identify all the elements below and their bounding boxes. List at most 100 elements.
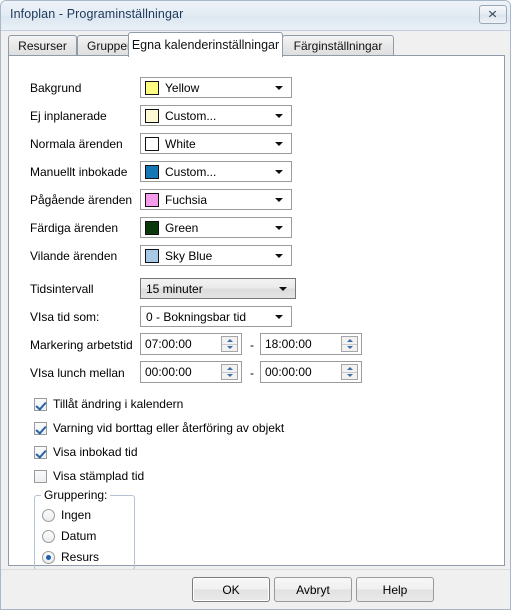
chevron-down-icon (279, 287, 287, 291)
checkbox-label: Visa stämplad tid (53, 469, 145, 483)
checkbox-icon (34, 469, 47, 483)
arrow-up-icon (347, 367, 353, 370)
window-title: Infoplan - Programinställningar (10, 7, 184, 21)
close-button[interactable]: ✕ (479, 5, 507, 24)
color-swatch-manuellt-inbokade (145, 165, 159, 179)
chevron-down-icon (275, 86, 283, 90)
color-value-manuellt-inbokade: Custom... (165, 165, 217, 179)
cancel-button[interactable]: Avbryt (274, 577, 352, 602)
radio-label: Ingen (61, 508, 92, 522)
label-manuellt-inbokade: Manuellt inbokade (30, 165, 128, 179)
radio-ingen[interactable]: Ingen (42, 508, 91, 522)
lunch-from-field[interactable]: 00:00:00 (140, 361, 242, 383)
color-combo-ej-inplanerade[interactable]: Custom... (140, 105, 292, 126)
arrow-down-icon (347, 346, 353, 349)
worktime-to-field[interactable]: 18:00:00 (260, 333, 362, 355)
close-icon: ✕ (487, 8, 499, 21)
radio-label: Resurs (61, 550, 100, 564)
worktime-from-field[interactable]: 07:00:00 (140, 333, 242, 355)
checkbox-icon (34, 445, 47, 459)
lunch-to-field[interactable]: 00:00:00 (260, 361, 362, 383)
color-swatch-bakgrund (145, 81, 159, 95)
worktime-separator: - (250, 338, 254, 352)
color-value-bakgrund: Yellow (165, 81, 200, 95)
color-swatch-fardiga-arenden (145, 221, 159, 235)
arrow-down-icon (227, 346, 233, 349)
ok-button[interactable]: OK (192, 577, 270, 602)
radio-label: Datum (61, 529, 97, 543)
radio-icon (42, 508, 55, 522)
help-button[interactable]: Help (356, 577, 434, 602)
arrow-up-icon (227, 339, 233, 342)
grouping-groupbox: Gruppering: Ingen Datum Resurs (34, 488, 135, 570)
lunch-from-stepper[interactable] (221, 364, 238, 380)
checkbox-icon (34, 397, 47, 411)
label-visa-lunch-mellan: VIsa lunch mellan (30, 366, 125, 380)
label-normala-arenden: Normala ärenden (30, 137, 123, 151)
checkbox-label: Tillåt ändring i kalendern (53, 397, 184, 411)
color-value-fardiga-arenden: Green (165, 221, 199, 235)
chevron-down-icon (275, 198, 283, 202)
lunch-separator: - (250, 366, 254, 380)
color-combo-pagaende-arenden[interactable]: Fuchsia (140, 189, 292, 210)
arrow-up-icon (347, 339, 353, 342)
chevron-down-icon (275, 254, 283, 258)
color-swatch-normala-arenden (145, 137, 159, 151)
interval-value: 15 minuter (146, 282, 203, 296)
dialog-footer: OK Avbryt Help (1, 569, 510, 609)
chevron-down-icon (275, 315, 283, 319)
checkbox-varning-vid-borttag[interactable]: Varning vid borttag eller återföring av … (34, 421, 284, 435)
checkbox-visa-stamplad-tid[interactable]: Visa stämplad tid (34, 469, 144, 483)
label-tidsintervall: Tidsintervall (30, 282, 94, 296)
color-swatch-pagaende-arenden (145, 193, 159, 207)
checkbox-label: Visa inbokad tid (53, 445, 138, 459)
arrow-down-icon (347, 374, 353, 377)
color-swatch-ej-inplanerade (145, 109, 159, 123)
color-combo-bakgrund[interactable]: Yellow (140, 77, 292, 98)
settings-dialog-window: Infoplan - Programinställningar ✕ Resurs… (0, 0, 511, 610)
grouping-title: Gruppering: (41, 488, 111, 502)
chevron-down-icon (275, 142, 283, 146)
color-combo-manuellt-inbokade[interactable]: Custom... (140, 161, 292, 182)
worktime-from-stepper[interactable] (221, 336, 238, 352)
tab-farginstallningar[interactable]: Färginställningar (282, 35, 394, 56)
lunch-to-stepper[interactable] (341, 364, 358, 380)
checkbox-tillat-andring-i-kalendern[interactable]: Tillåt ändring i kalendern (34, 397, 183, 411)
lunch-to-value: 00:00:00 (265, 365, 312, 379)
stepper-divider (222, 344, 237, 345)
show-time-as-dropdown[interactable]: 0 - Bokningsbar tid (140, 306, 292, 327)
interval-dropdown[interactable]: 15 minuter (140, 278, 296, 299)
label-markering-arbetstid: Markering arbetstid (30, 338, 133, 352)
lunch-from-value: 00:00:00 (145, 365, 192, 379)
worktime-to-stepper[interactable] (341, 336, 358, 352)
color-value-normala-arenden: White (165, 137, 196, 151)
label-visa-tid-som: VIsa tid som: (30, 310, 100, 324)
tab-egna-kalenderinstallningar[interactable]: Egna kalenderinställningar (128, 32, 283, 57)
tab-strip: Resurser Grupper Egna kalenderinställnin… (8, 32, 505, 57)
label-ej-inplanerade: Ej inplanerade (30, 109, 107, 123)
tab-content-panel: Bakgrund Yellow Ej inplanerade Custom...… (8, 55, 505, 570)
chevron-down-icon (275, 226, 283, 230)
label-bakgrund: Bakgrund (30, 81, 82, 95)
chevron-down-icon (275, 114, 283, 118)
color-value-pagaende-arenden: Fuchsia (165, 193, 208, 207)
radio-icon (42, 550, 55, 564)
radio-datum[interactable]: Datum (42, 529, 96, 543)
title-bar: Infoplan - Programinställningar ✕ (1, 1, 510, 31)
color-combo-vilande-arenden[interactable]: Sky Blue (140, 245, 292, 266)
label-pagaende-arenden: Pågående ärenden (30, 193, 133, 207)
color-combo-fardiga-arenden[interactable]: Green (140, 217, 292, 238)
tab-resurser[interactable]: Resurser (8, 35, 77, 56)
arrow-down-icon (227, 374, 233, 377)
checkbox-visa-inbokad-tid[interactable]: Visa inbokad tid (34, 445, 138, 459)
color-combo-normala-arenden[interactable]: White (140, 133, 292, 154)
checkbox-icon (34, 421, 47, 435)
label-fardiga-arenden: Färdiga ärenden (30, 221, 119, 235)
worktime-from-value: 07:00:00 (145, 337, 192, 351)
label-vilande-arenden: Vilande ärenden (30, 249, 118, 263)
chevron-down-icon (275, 170, 283, 174)
arrow-up-icon (227, 367, 233, 370)
checkbox-label: Varning vid borttag eller återföring av … (53, 421, 285, 435)
stepper-divider (342, 372, 357, 373)
radio-resurs[interactable]: Resurs (42, 550, 99, 564)
